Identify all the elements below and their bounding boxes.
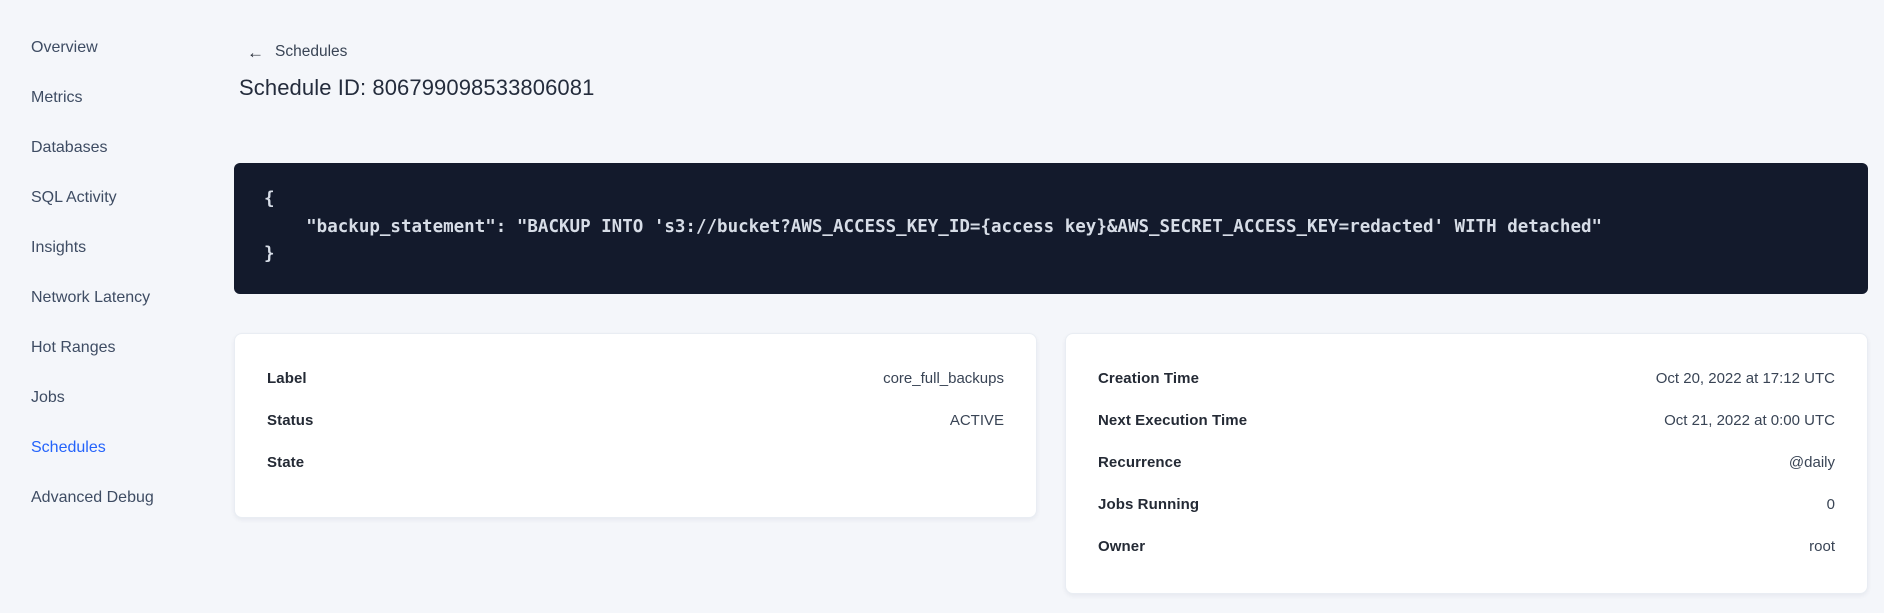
detail-row: Next Execution Time Oct 21, 2022 at 0:00…	[1098, 399, 1835, 441]
code-line: "backup_statement": "BACKUP INTO 's3://b…	[264, 216, 1603, 237]
detail-row-label: Creation Time	[1098, 369, 1200, 387]
detail-row-label: Jobs Running	[1098, 495, 1200, 513]
sidebar-item-label: Overview	[31, 39, 98, 56]
detail-row-value: root	[1809, 537, 1835, 555]
code-line: {	[264, 189, 275, 209]
sidebar-item-label: Databases	[31, 139, 108, 156]
detail-row: Creation Time Oct 20, 2022 at 17:12 UTC	[1098, 357, 1835, 399]
detail-row-value: @daily	[1788, 453, 1835, 471]
detail-row-label: Owner	[1098, 537, 1146, 555]
back-link[interactable]: ← Schedules	[247, 43, 347, 61]
sidebar-item[interactable]: SQL Activity	[0, 173, 210, 223]
code-line: }	[264, 244, 275, 264]
back-arrow-icon: ←	[247, 42, 264, 62]
detail-row-label: State	[267, 453, 305, 471]
detail-row-value: ACTIVE	[949, 411, 1004, 429]
detail-row: Label core_full_backups	[267, 357, 1004, 399]
detail-row-value: Oct 21, 2022 at 0:00 UTC	[1664, 411, 1835, 429]
schedule-definition-code-block: { "backup_statement": "BACKUP INTO 's3:/…	[234, 163, 1868, 294]
sidebar-item[interactable]: Network Latency	[0, 273, 210, 323]
app-root: Overview Metrics Databases SQL Activity …	[0, 0, 1884, 613]
sidebar-nav-list: Overview Metrics Databases SQL Activity …	[0, 23, 210, 523]
sidebar-item[interactable]: Insights	[0, 223, 210, 273]
detail-row: Recurrence @daily	[1098, 441, 1835, 483]
detail-row-label: Status	[267, 411, 314, 429]
sidebar-item-label: Advanced Debug	[31, 489, 154, 506]
detail-row-label: Recurrence	[1098, 453, 1182, 471]
sidebar-item-label: Metrics	[31, 89, 83, 106]
detail-row-label: Label	[267, 369, 307, 387]
sidebar-item-label: Network Latency	[31, 289, 151, 306]
schedule-details-card: Label core_full_backups Status ACTIVE St…	[234, 333, 1037, 518]
sidebar-item-label: Insights	[31, 239, 87, 256]
sidebar-item[interactable]: Hot Ranges	[0, 323, 210, 373]
sidebar-item[interactable]: Databases	[0, 123, 210, 173]
sidebar-item[interactable]: Metrics	[0, 73, 210, 123]
detail-row-value: 0	[1826, 495, 1835, 513]
schedule-timing-card: Creation Time Oct 20, 2022 at 17:12 UTC …	[1065, 333, 1868, 594]
sidebar-item-label: Schedules	[31, 439, 106, 456]
page-title: Schedule ID: 806799098533806081	[239, 75, 595, 100]
detail-row-value: core_full_backups	[883, 369, 1004, 387]
sidebar-item[interactable]: Advanced Debug	[0, 473, 210, 523]
sidebar-item-label: Hot Ranges	[31, 339, 116, 356]
detail-row: Owner root	[1098, 525, 1835, 567]
sidebar-item-label: SQL Activity	[31, 189, 117, 206]
detail-row: Status ACTIVE	[267, 399, 1004, 441]
schedule-timing-rows: Creation Time Oct 20, 2022 at 17:12 UTC …	[1098, 357, 1835, 567]
schedule-details-rows: Label core_full_backups Status ACTIVE St…	[267, 357, 1004, 483]
detail-row: State	[267, 441, 1004, 483]
detail-row-value: Oct 20, 2022 at 17:12 UTC	[1655, 369, 1835, 387]
sidebar-item[interactable]: Jobs	[0, 373, 210, 423]
detail-row-label: Next Execution Time	[1098, 411, 1248, 429]
sidebar-item-label: Jobs	[31, 389, 65, 406]
main-content: ← Schedules Schedule ID: 806799098533806…	[234, 0, 1868, 613]
back-link-label: Schedules	[275, 43, 348, 60]
sidebar-item[interactable]: Schedules	[0, 423, 210, 473]
sidebar-item[interactable]: Overview	[0, 23, 210, 73]
sidebar: Overview Metrics Databases SQL Activity …	[0, 0, 210, 523]
detail-row: Jobs Running 0	[1098, 483, 1835, 525]
